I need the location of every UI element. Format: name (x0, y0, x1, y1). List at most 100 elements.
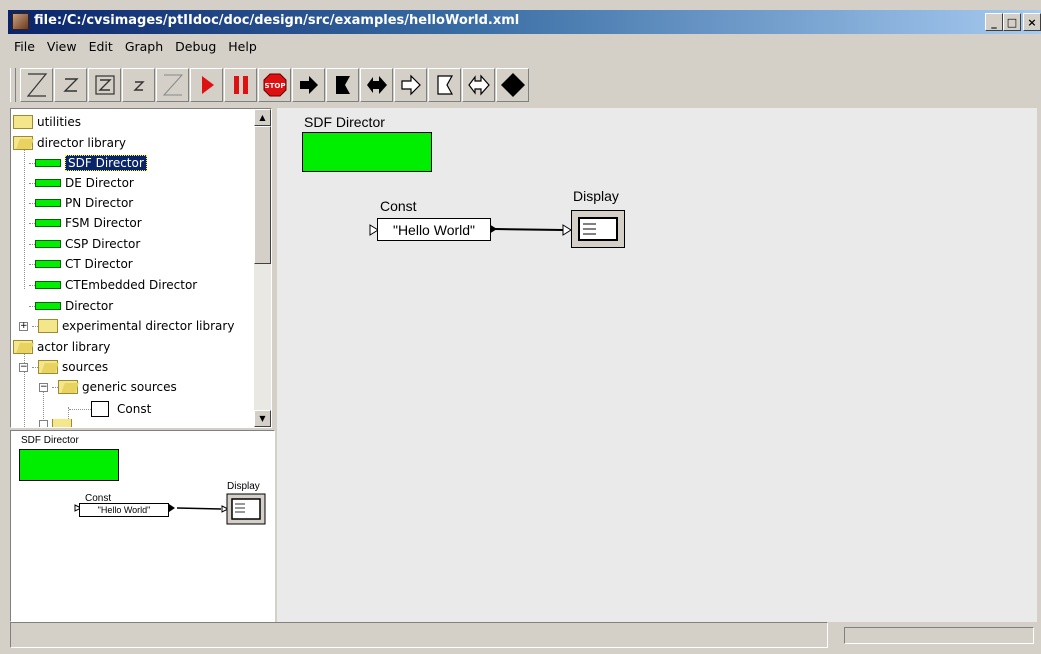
graph-canvas[interactable]: SDF Director Const Display "Hello World" (277, 108, 1037, 622)
display-actor[interactable] (571, 210, 625, 248)
status-message (10, 622, 828, 648)
display-input-port-icon (562, 224, 572, 236)
tree-item-director-library[interactable]: director library (13, 133, 126, 153)
zoom-in-button[interactable] (20, 68, 53, 102)
overview-link (176, 507, 222, 510)
tree-guide (24, 143, 25, 289)
menu-edit[interactable]: Edit (83, 37, 119, 57)
folder-icon (13, 115, 33, 129)
tree-item-experimental-director-library[interactable]: + experimental director library (19, 316, 234, 336)
folder-icon (38, 319, 58, 333)
arrow-right-icon (299, 76, 318, 94)
zoom-reset-icon (62, 78, 79, 92)
stop-button[interactable]: STOP (258, 68, 291, 102)
folder-open-icon (58, 380, 78, 394)
collapse-icon[interactable]: − (39, 382, 48, 392)
app-icon[interactable] (12, 13, 29, 30)
status-progress (844, 627, 1034, 644)
pause-icon (233, 76, 248, 94)
diamond-button[interactable] (496, 68, 529, 102)
menu-debug[interactable]: Debug (169, 37, 222, 57)
scroll-up-button[interactable]: ▲ (254, 109, 271, 126)
tree-item-fsm-director[interactable]: FSM Director (29, 213, 142, 233)
zoom-out-icon (132, 81, 145, 91)
pause-button[interactable] (224, 68, 257, 102)
stop-icon: STOP (263, 73, 286, 97)
zoom-out-button[interactable] (122, 68, 155, 102)
status-bar (10, 622, 1037, 650)
toolbar-grip[interactable] (10, 68, 16, 102)
outline-flag-icon (436, 75, 453, 95)
scroll-down-button[interactable]: ▼ (254, 410, 271, 427)
outline-double-arrow-button[interactable] (462, 68, 495, 102)
menu-file[interactable]: File (8, 37, 41, 57)
tree-item-generic-sources[interactable]: − generic sources (39, 377, 177, 397)
overview-const-box: "Hello World" (79, 503, 169, 517)
display-screen-icon (578, 217, 618, 241)
expand-icon[interactable]: + (19, 321, 28, 331)
overview-panel[interactable]: SDF Director Const Display "Hello World" (10, 430, 275, 622)
menu-bar: File View Edit Graph Debug Help (8, 37, 263, 57)
library-panel: utilities director library SDF Director … (10, 108, 275, 622)
folder-open-icon (13, 340, 33, 354)
scroll-thumb[interactable] (254, 126, 271, 264)
outline-double-arrow-icon (467, 74, 490, 96)
relation-link[interactable] (494, 228, 564, 231)
outline-flag-button[interactable] (428, 68, 461, 102)
outline-arrow-icon (400, 74, 421, 96)
tree-scrollbar[interactable]: ▲ ▼ (254, 109, 271, 427)
svg-text:STOP: STOP (264, 82, 285, 90)
title-bar: file:/C:/cvsimages/ptIIdoc/doc/design/sr… (8, 10, 1041, 34)
folder-open-icon (13, 136, 33, 150)
connection-layer (369, 224, 572, 236)
menu-view[interactable]: View (41, 37, 83, 57)
toolbar: STOP (10, 66, 530, 104)
overview-display-screen (231, 498, 261, 520)
close-button[interactable]: × (1023, 13, 1041, 31)
zoom-button[interactable] (156, 68, 189, 102)
zoom-icon (162, 74, 183, 96)
tree-item-csp-director[interactable]: CSP Director (29, 234, 140, 254)
menu-help[interactable]: Help (222, 37, 263, 57)
zoom-fit-button[interactable] (88, 68, 121, 102)
director-icon (35, 281, 61, 289)
arrow-right-button[interactable] (292, 68, 325, 102)
tree-item-director[interactable]: Director (29, 296, 113, 316)
const-actor[interactable]: "Hello World" (377, 218, 491, 241)
actor-icon (91, 401, 109, 417)
menu-graph[interactable]: Graph (119, 37, 169, 57)
director-icon (35, 219, 61, 227)
run-button[interactable] (190, 68, 223, 102)
library-tree: utilities director library SDF Director … (10, 108, 272, 428)
director-icon (35, 159, 61, 167)
display-lines (583, 223, 596, 235)
tree-item-actor-library[interactable]: actor library (13, 337, 110, 357)
tree-item-sources[interactable]: − sources (19, 357, 108, 377)
double-arrow-button[interactable] (360, 68, 393, 102)
tree-item-pn-director[interactable]: PN Director (29, 193, 133, 213)
tree-item-ctembedded-director[interactable]: CTEmbedded Director (29, 275, 197, 295)
director-icon (35, 302, 61, 310)
director-icon (35, 179, 61, 187)
tree-item-sdf-director[interactable]: SDF Director (29, 153, 147, 173)
expand-icon (39, 419, 48, 427)
tree-item-const[interactable]: Const (69, 399, 151, 419)
director-icon (35, 260, 61, 268)
flag-button[interactable] (326, 68, 359, 102)
minimize-button[interactable]: _ (985, 13, 1003, 31)
maximize-button[interactable]: □ (1003, 13, 1021, 31)
folder-icon (52, 419, 72, 427)
collapse-icon[interactable]: − (19, 362, 28, 372)
outline-arrow-button[interactable] (394, 68, 427, 102)
double-arrow-icon (366, 76, 387, 94)
window-title: file:/C:/cvsimages/ptIIdoc/doc/design/sr… (34, 13, 520, 28)
tree-item-utilities[interactable]: utilities (13, 112, 81, 132)
director-icon (35, 240, 61, 248)
overview-diagram (74, 493, 266, 525)
overview-port-icon (169, 504, 175, 512)
zoom-reset-button[interactable] (54, 68, 87, 102)
tree-item-ct-director[interactable]: CT Director (29, 254, 133, 274)
tree-item-de-director[interactable]: DE Director (29, 173, 134, 193)
tree-item-partial (39, 419, 76, 427)
zoom-in-icon (26, 73, 47, 97)
